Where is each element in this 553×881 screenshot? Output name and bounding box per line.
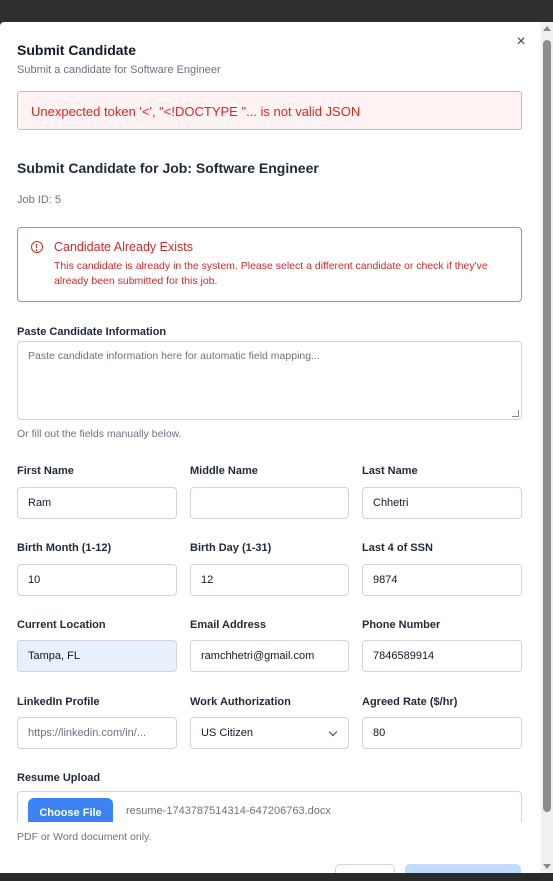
paste-info-textarea[interactable]: Paste candidate information here for aut…: [17, 341, 522, 420]
manual-hint: Or fill out the fields manually below.: [17, 428, 182, 440]
location-label: Current Location: [17, 619, 106, 631]
last-name-label: Last Name: [362, 465, 418, 477]
email-label: Email Address: [190, 619, 267, 631]
scrollbar-thumb[interactable]: [543, 40, 551, 812]
alert-message: This candidate is already in the system.…: [54, 260, 488, 287]
phone-label: Phone Number: [362, 619, 441, 631]
submit-button[interactable]: [405, 864, 521, 873]
submit-candidate-dialog: × Submit Candidate Submit a candidate fo…: [0, 22, 541, 873]
form-heading: Submit Candidate for Job: Software Engin…: [17, 160, 319, 176]
first-name-label: First Name: [17, 465, 74, 477]
ssn-input[interactable]: 9874: [362, 564, 522, 596]
first-name-input[interactable]: Ram: [17, 487, 177, 519]
middle-name-input[interactable]: [190, 487, 349, 519]
resume-label: Resume Upload: [17, 772, 101, 784]
birth-day-input[interactable]: 12: [190, 564, 349, 596]
work-auth-label: Work Authorization: [190, 696, 291, 708]
resume-upload-field[interactable]: Choose File resume-1743787514314-6472067…: [17, 791, 522, 822]
resume-file-name: resume-1743787514314-647206763.docx: [126, 805, 331, 817]
error-banner-text: Unexpected token '<', "<!DOCTYPE "... is…: [31, 104, 361, 119]
birth-day-label: Birth Day (1-31): [190, 542, 272, 554]
email-input[interactable]: ramchhetri@gmail.com: [190, 640, 349, 672]
job-id-text: Job ID: 5: [17, 194, 62, 206]
phone-input[interactable]: 7846589914: [362, 640, 522, 672]
resize-handle-icon[interactable]: [512, 410, 519, 417]
linkedin-input[interactable]: https://linkedin.com/in/...: [17, 717, 177, 749]
error-banner: Unexpected token '<', "<!DOCTYPE "... is…: [17, 91, 522, 130]
birth-month-label: Birth Month (1-12): [17, 542, 112, 554]
dialog-title: Submit Candidate: [17, 42, 137, 58]
scroll-up-icon[interactable]: [543, 26, 551, 31]
browser-top-bar: [0, 0, 553, 22]
close-icon[interactable]: ×: [513, 34, 529, 50]
alert-title: Candidate Already Exists: [54, 240, 193, 254]
middle-name-label: Middle Name: [190, 465, 258, 477]
resume-hint: PDF or Word document only.: [17, 831, 152, 843]
birth-month-input[interactable]: 10: [17, 564, 177, 596]
linkedin-label: LinkedIn Profile: [17, 696, 100, 708]
alert-circle-icon: [31, 241, 43, 253]
rate-input[interactable]: 80: [362, 717, 522, 749]
paste-info-placeholder: Paste candidate information here for aut…: [28, 350, 320, 362]
ssn-label: Last 4 of SSN: [362, 542, 433, 554]
browser-bottom-bar: [0, 873, 553, 881]
paste-info-label: Paste Candidate Information: [17, 326, 167, 338]
chevron-down-icon: [328, 727, 338, 737]
location-input[interactable]: Tampa, FL: [17, 640, 177, 672]
rate-label: Agreed Rate ($/hr): [362, 696, 458, 708]
dialog-subtitle: Submit a candidate for Software Engineer: [17, 64, 221, 76]
work-auth-value: US Citizen: [201, 727, 253, 739]
scrollbar[interactable]: [541, 22, 553, 873]
cancel-button[interactable]: [335, 864, 395, 873]
scroll-down-icon[interactable]: [543, 864, 551, 869]
candidate-exists-alert: Candidate Already Exists This candidate …: [17, 227, 522, 302]
last-name-input[interactable]: Chhetri: [362, 487, 522, 519]
work-auth-select[interactable]: US Citizen: [190, 717, 349, 749]
choose-file-button[interactable]: Choose File: [28, 798, 113, 822]
